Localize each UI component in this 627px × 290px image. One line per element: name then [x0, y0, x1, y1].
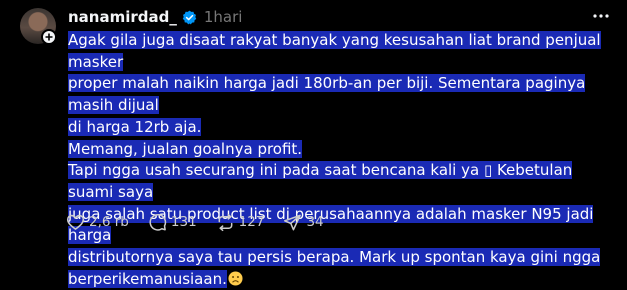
- like-button[interactable]: 2,6 rb: [66, 213, 129, 232]
- post-line: Memang, jualan goalnya profit.: [68, 139, 303, 158]
- repost-count: 127: [238, 214, 265, 230]
- post-line: Agak gila juga disaat rakyat banyak yang…: [68, 31, 601, 71]
- frown-emoji-icon: [228, 271, 243, 286]
- share-icon: [284, 214, 302, 230]
- more-icon[interactable]: [591, 9, 611, 23]
- follow-plus-icon[interactable]: [41, 29, 57, 45]
- post-line: Tapi ngga usah securang ini pada saat be…: [68, 161, 573, 201]
- post-line: di harga 12rb aja.: [68, 117, 202, 136]
- username[interactable]: nanamirdad_: [68, 8, 177, 26]
- like-count: 2,6 rb: [89, 214, 129, 230]
- post-text: Agak gila juga disaat rakyat banyak yang…: [68, 30, 616, 290]
- comment-button[interactable]: 131: [148, 213, 197, 232]
- post-line: berperikemanusiaan.: [68, 269, 227, 288]
- post-header: nanamirdad_ 1hari: [68, 7, 242, 27]
- share-button[interactable]: 34: [283, 213, 324, 232]
- share-count: 34: [306, 214, 324, 230]
- comment-count: 131: [170, 214, 197, 230]
- post-line: distributornya saya tau persis berapa. M…: [68, 248, 601, 267]
- post-line: proper malah naikin harga jadi 180rb-an …: [68, 74, 586, 115]
- repost-icon: [218, 213, 233, 231]
- avatar-container[interactable]: [20, 8, 57, 45]
- action-bar: 2,6 rb 131 127 34: [66, 212, 343, 232]
- verified-badge-icon: [182, 10, 197, 24]
- heart-icon: [66, 214, 85, 230]
- repost-button[interactable]: 127: [216, 213, 265, 232]
- post-time[interactable]: 1hari: [204, 8, 243, 26]
- comment-icon: [149, 213, 167, 231]
